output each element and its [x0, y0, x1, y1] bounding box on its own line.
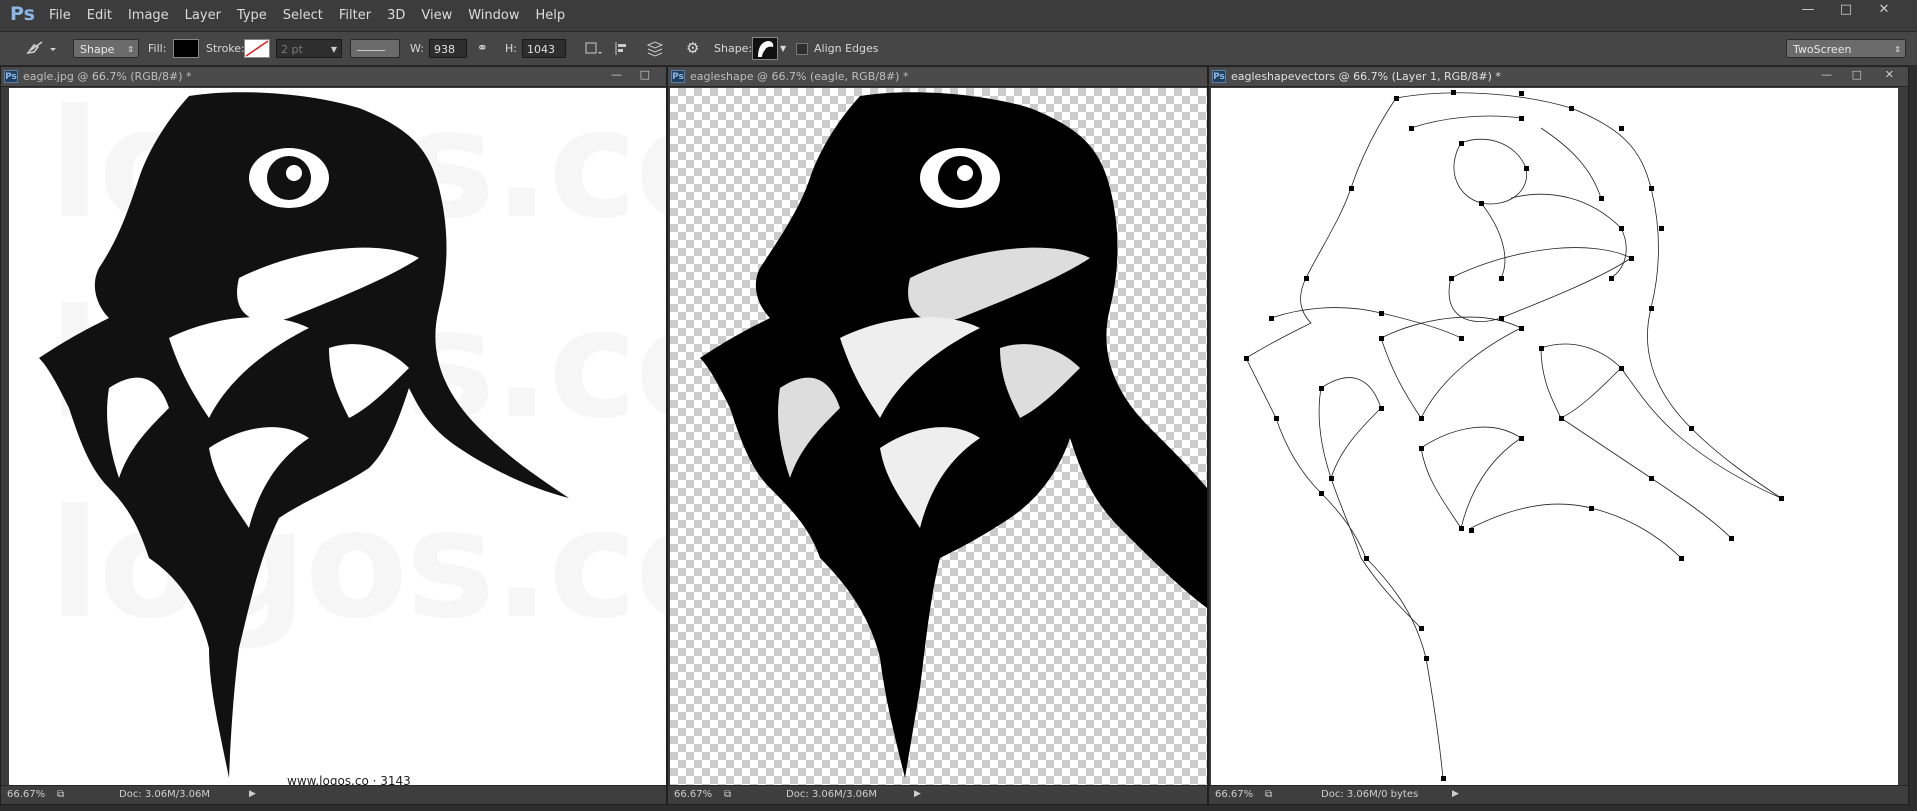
align-edges-checkbox[interactable]	[796, 43, 808, 55]
document-tab[interactable]: Ps eagleshape @ 66.7% (eagle, RGB/8#) *	[668, 67, 1207, 87]
gear-icon[interactable]: ⚙	[686, 39, 699, 58]
doc-info[interactable]: Doc: 3.06M/3.06M	[119, 789, 210, 800]
eagle-shape-illustration	[700, 92, 1207, 779]
shape-label: Shape:	[714, 42, 753, 55]
stroke-swatch[interactable]	[244, 39, 270, 58]
close-icon[interactable]: ✕	[1869, 2, 1899, 18]
menu-window[interactable]: Window	[468, 8, 519, 23]
status-bar: 66.67% ⧉ Doc: 3.06M/3.06M ▶	[668, 785, 1207, 804]
document-tab[interactable]: Ps eagle.jpg @ 66.7% (RGB/8#) * — □	[1, 67, 666, 87]
app-logo: Ps	[10, 3, 35, 25]
menu-file[interactable]: File	[49, 8, 71, 23]
maximize-icon[interactable]: □	[1852, 68, 1862, 81]
expand-arrow-icon[interactable]: ▶	[249, 789, 256, 799]
width-field[interactable]: 938 px	[429, 39, 467, 75]
path-operations-icon[interactable]	[582, 39, 604, 58]
menu-help[interactable]: Help	[536, 8, 566, 23]
dropdown-icon: ▼	[330, 45, 337, 54]
stroke-width-field[interactable]: 2 pt ▼	[276, 39, 342, 58]
stroke-width-value: 2 pt	[281, 43, 303, 56]
ps-doc-icon: Ps	[1212, 70, 1226, 83]
menu-layer[interactable]: Layer	[185, 8, 221, 23]
status-bar: 66.67% ⧉ Doc: 3.06M/0 bytes ▶	[1209, 785, 1908, 804]
fill-label: Fill:	[148, 42, 167, 55]
window-controls: — □ ✕	[1785, 2, 1899, 18]
document-window-eagleshapevectors: Ps eagleshapevectors @ 66.7% (Layer 1, R…	[1208, 66, 1909, 805]
share-icon[interactable]: ⧉	[57, 789, 64, 800]
stroke-type-select[interactable]	[350, 39, 400, 58]
width-label: W:	[410, 42, 424, 55]
menu-filter[interactable]: Filter	[339, 8, 371, 23]
eagle-illustration	[39, 92, 569, 779]
shape-picker[interactable]	[752, 37, 778, 60]
stroke-label: Stroke:	[206, 42, 245, 55]
menu-view[interactable]: View	[421, 8, 452, 23]
workspace: Ps eagle.jpg @ 66.7% (RGB/8#) * — □ logo…	[0, 66, 1917, 811]
path-alignment-icon[interactable]	[612, 39, 634, 58]
minimize-icon[interactable]: —	[611, 68, 622, 81]
shape-dropdown-icon[interactable]: ▼	[780, 39, 786, 58]
fill-swatch[interactable]	[173, 39, 199, 58]
path-arrangement-icon[interactable]	[644, 39, 668, 58]
menu-image[interactable]: Image	[128, 8, 169, 23]
tool-mode-select[interactable]: Shape ⇕	[73, 39, 139, 58]
canvas[interactable]	[670, 88, 1207, 789]
menu-bar: Ps File Edit Image Layer Type Select Fil…	[0, 0, 1917, 32]
status-bar: 66.67% ⧉ Doc: 3.06M/3.06M ▶	[1, 785, 666, 804]
updown-icon: ⇕	[1894, 45, 1901, 54]
document-tab[interactable]: Ps eagleshapevectors @ 66.7% (Layer 1, R…	[1209, 67, 1908, 87]
share-icon[interactable]: ⧉	[1265, 789, 1272, 800]
workspace-value: TwoScreen	[1793, 43, 1852, 56]
maximize-icon[interactable]: □	[640, 68, 650, 81]
maximize-icon[interactable]: □	[1831, 2, 1861, 18]
height-label: H:	[505, 42, 517, 55]
align-edges-label: Align Edges	[814, 42, 879, 55]
expand-arrow-icon[interactable]: ▶	[1452, 789, 1459, 799]
document-title: eagleshape @ 66.7% (eagle, RGB/8#) *	[690, 70, 909, 83]
close-icon[interactable]: ✕	[1885, 68, 1894, 81]
menu-edit[interactable]: Edit	[87, 8, 112, 23]
canvas[interactable]	[1211, 88, 1898, 789]
zoom-level[interactable]: 66.67%	[674, 789, 712, 800]
document-window-eagle-jpg: Ps eagle.jpg @ 66.7% (RGB/8#) * — □ logo…	[0, 66, 667, 805]
workspace-switcher[interactable]: TwoScreen ⇕	[1786, 39, 1906, 58]
stroke-line-preview	[357, 49, 385, 51]
no-stroke-icon	[245, 40, 269, 57]
minimize-icon[interactable]: —	[1821, 68, 1832, 81]
updown-icon: ⇕	[127, 45, 134, 54]
ps-doc-icon: Ps	[4, 70, 18, 83]
document-title: eagleshapevectors @ 66.7% (Layer 1, RGB/…	[1231, 70, 1501, 83]
zoom-level[interactable]: 66.67%	[1215, 789, 1253, 800]
link-icon[interactable]: ⚭	[477, 39, 488, 58]
menu-items: File Edit Image Layer Type Select Filter…	[49, 8, 581, 23]
document-title: eagle.jpg @ 66.7% (RGB/8#) *	[23, 70, 192, 83]
expand-arrow-icon[interactable]: ▶	[914, 789, 921, 799]
options-bar: Shape ⇕ Fill: Stroke: 2 pt ▼ W: 938 px ⚭…	[0, 32, 1917, 75]
eagle-shape-icon	[758, 41, 774, 57]
tool-preset-picker[interactable]	[22, 39, 60, 58]
document-window-eagleshape: Ps eagleshape @ 66.7% (eagle, RGB/8#) * …	[667, 66, 1208, 805]
menu-select[interactable]: Select	[283, 8, 323, 23]
minimize-icon[interactable]: —	[1793, 2, 1823, 18]
doc-info[interactable]: Doc: 3.06M/0 bytes	[1321, 789, 1418, 800]
canvas[interactable]: logos.co logos.co logos.co www.logos.co …	[9, 88, 666, 789]
ps-doc-icon: Ps	[671, 70, 685, 83]
menu-3d[interactable]: 3D	[387, 8, 405, 23]
doc-info[interactable]: Doc: 3.06M/3.06M	[786, 789, 877, 800]
share-icon[interactable]: ⧉	[724, 789, 731, 800]
pen-tool-icon	[26, 41, 56, 55]
tool-mode-value: Shape	[80, 43, 115, 56]
height-field[interactable]: 1043 px	[522, 39, 566, 75]
zoom-level[interactable]: 66.67%	[7, 789, 45, 800]
eagle-vector-paths	[1244, 90, 1784, 781]
menu-type[interactable]: Type	[237, 8, 267, 23]
